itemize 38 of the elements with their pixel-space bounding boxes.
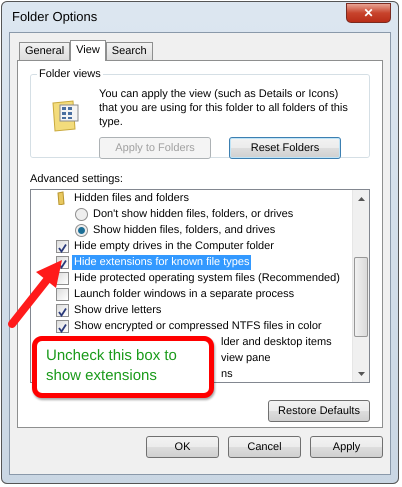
scroll-down-icon[interactable] bbox=[358, 372, 364, 376]
callout-note: Uncheck this box to show extensions bbox=[32, 336, 214, 398]
scroll-thumb[interactable] bbox=[354, 257, 368, 337]
check-icon bbox=[57, 307, 68, 318]
setting-label[interactable]: ns bbox=[219, 366, 235, 382]
section-label: Advanced settings: bbox=[30, 172, 124, 186]
check-icon bbox=[57, 243, 68, 254]
setting-label[interactable]: view pane bbox=[219, 350, 273, 366]
checkbox[interactable] bbox=[56, 240, 69, 252]
tab[interactable]: View bbox=[70, 40, 106, 61]
scroll-up-icon[interactable] bbox=[358, 196, 364, 200]
checkbox[interactable] bbox=[56, 304, 69, 316]
setting-label[interactable]: Hide empty drives in the Computer folder bbox=[72, 238, 276, 254]
dialog-button[interactable]: OK bbox=[146, 436, 219, 458]
restore-defaults-button[interactable]: Restore Defaults bbox=[268, 400, 370, 422]
setting-label[interactable]: lder and desktop items bbox=[219, 334, 334, 350]
tab[interactable]: General bbox=[19, 42, 70, 60]
reset-folders-button[interactable]: Reset Folders bbox=[229, 137, 341, 159]
check-icon bbox=[57, 323, 68, 334]
setting-label[interactable]: Hidden files and folders bbox=[72, 190, 191, 206]
setting-label[interactable]: Hide protected operating system files (Recommended) bbox=[72, 270, 342, 286]
scrollbar[interactable] bbox=[352, 190, 369, 382]
description-text: You can apply the view (such as Details or Icons) that you are using for this folder to all folders of this type. bbox=[99, 87, 349, 129]
setting-label[interactable]: Launch folder windows in a separate process bbox=[72, 286, 296, 302]
radio-button[interactable] bbox=[75, 224, 88, 236]
tab[interactable]: Search bbox=[106, 42, 153, 60]
dialog-button[interactable]: Apply bbox=[310, 436, 383, 458]
radio-button[interactable] bbox=[75, 208, 88, 220]
setting-label[interactable]: Show drive letters bbox=[72, 302, 164, 318]
folder-view-icon bbox=[51, 99, 81, 133]
close-button[interactable]: ✕ bbox=[346, 3, 391, 23]
setting-label[interactable]: Don't show hidden files, folders, or drives bbox=[91, 206, 296, 222]
checkbox[interactable] bbox=[56, 320, 69, 332]
checkbox[interactable] bbox=[56, 288, 69, 300]
setting-label[interactable]: Show hidden files, folders, and drives bbox=[91, 222, 278, 238]
dialog-button[interactable]: Cancel bbox=[228, 436, 301, 458]
setting-label[interactable]: Show encrypted or compressed NTFS files in color bbox=[72, 318, 324, 334]
window-title: Folder Options bbox=[11, 8, 98, 26]
